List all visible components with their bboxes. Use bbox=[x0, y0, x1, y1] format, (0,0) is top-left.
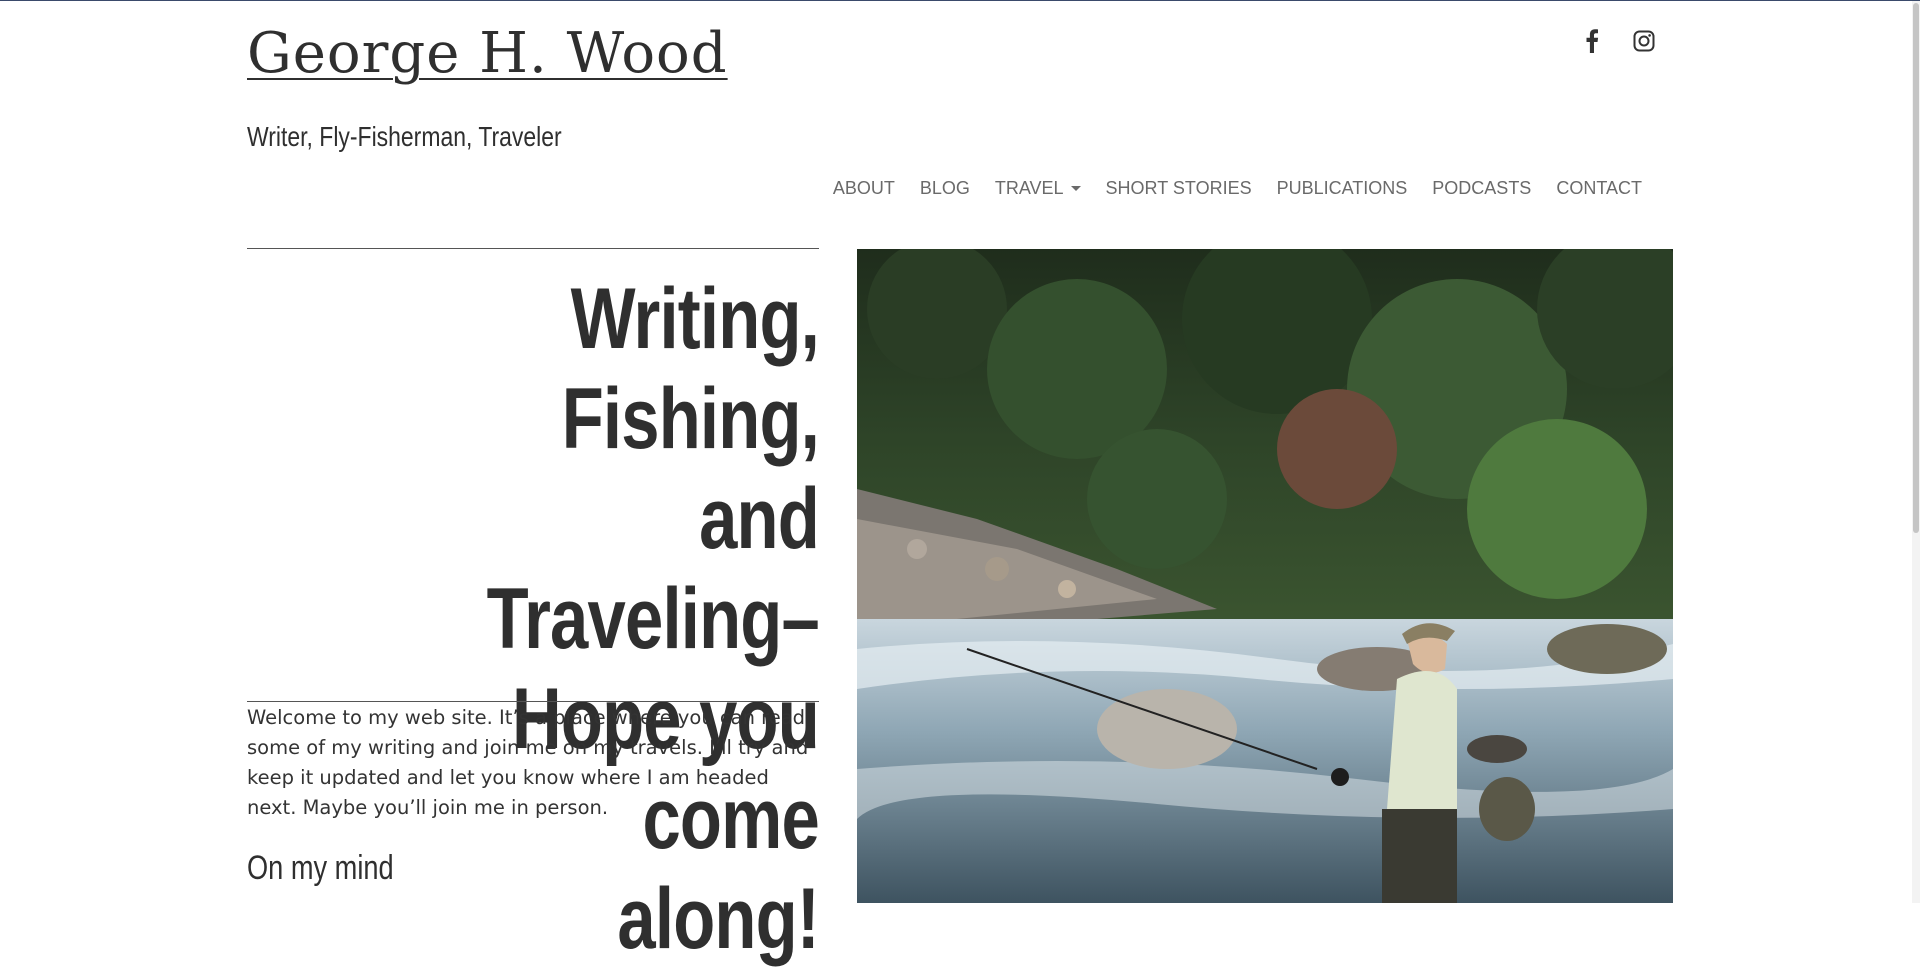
divider-bottom bbox=[247, 701, 819, 702]
site-title[interactable]: George H. Wood bbox=[247, 21, 728, 86]
page-scrollbar[interactable] bbox=[1912, 1, 1920, 903]
headline-line-2: and Traveling– bbox=[486, 471, 820, 667]
nav-contact-label: CONTACT bbox=[1556, 178, 1642, 198]
facebook-icon bbox=[1586, 29, 1599, 53]
headline-line-4: along! bbox=[617, 871, 819, 967]
scrollbar-thumb[interactable] bbox=[1913, 3, 1919, 533]
nav-podcasts[interactable]: PODCASTS bbox=[1432, 178, 1531, 199]
instagram-icon bbox=[1633, 30, 1655, 52]
nav-publications-label: PUBLICATIONS bbox=[1276, 178, 1408, 198]
nav-contact[interactable]: CONTACT bbox=[1556, 178, 1642, 199]
section-heading: On my mind bbox=[247, 849, 394, 887]
nav-blog[interactable]: BLOG bbox=[920, 178, 970, 199]
divider-top bbox=[247, 248, 819, 249]
nav-publications[interactable]: PUBLICATIONS bbox=[1277, 178, 1408, 199]
headline-line-1: Writing, Fishing, bbox=[561, 271, 820, 467]
main-nav: ABOUT BLOG TRAVEL SHORT STORIES PUBLICAT… bbox=[833, 178, 1642, 199]
intro-paragraph: Welcome to my web site. It’s a place whe… bbox=[247, 706, 809, 819]
nav-travel[interactable]: TRAVEL bbox=[995, 178, 1081, 199]
nav-about-label: ABOUT bbox=[832, 178, 895, 198]
nav-about[interactable]: ABOUT bbox=[833, 178, 895, 199]
fly-fisherman-photo bbox=[857, 249, 1673, 903]
instagram-link[interactable] bbox=[1630, 27, 1658, 55]
nav-travel-label: TRAVEL bbox=[994, 178, 1064, 198]
caret-down-icon bbox=[1070, 186, 1081, 191]
nav-short-stories[interactable]: SHORT STORIES bbox=[1106, 178, 1252, 199]
nav-short-stories-label: SHORT STORIES bbox=[1105, 178, 1252, 198]
nav-blog-label: BLOG bbox=[919, 178, 970, 198]
site-tagline: Writer, Fly-Fisherman, Traveler bbox=[247, 121, 562, 152]
facebook-link[interactable] bbox=[1578, 27, 1606, 55]
nav-podcasts-label: PODCASTS bbox=[1432, 178, 1532, 198]
hero-photo bbox=[857, 249, 1673, 903]
